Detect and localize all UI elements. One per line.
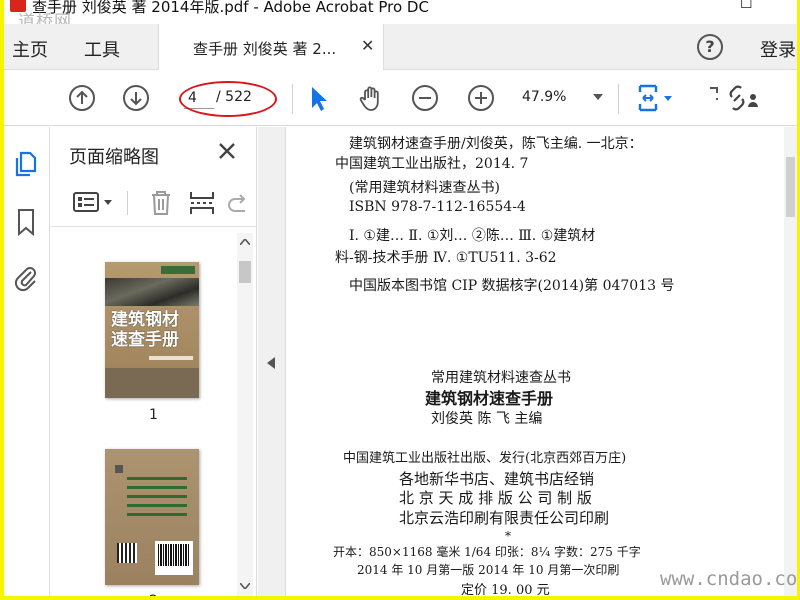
zoom-dropdown-icon[interactable] xyxy=(593,94,603,100)
zoom-out-icon[interactable] xyxy=(410,83,440,113)
window-title: 查手册 刘俊英 著 2014年版.pdf - Adobe Acrobat Pro… xyxy=(32,0,429,16)
select-cursor-icon[interactable] xyxy=(304,83,334,113)
thumbnail-page-number: 1 xyxy=(149,407,158,423)
bookmark-icon[interactable] xyxy=(12,207,40,237)
title-bar: 查手册 刘俊英 著 2014年版.pdf - Adobe Acrobat Pro… xyxy=(4,0,797,32)
document-tab-label: 查手册 刘俊英 著 2... xyxy=(193,40,337,58)
cover-footer xyxy=(105,368,199,398)
panel-toolbar-divider xyxy=(127,191,128,215)
rotate-page-icon[interactable] xyxy=(227,189,249,217)
edition-info: 2014 年 10 月第一版 2014 年 10 月第一次印刷 xyxy=(357,563,620,577)
fit-page-icon[interactable] xyxy=(636,83,680,113)
document-tab[interactable]: 查手册 刘俊英 著 2... ✕ xyxy=(158,24,384,71)
page-thumbnail-2[interactable] xyxy=(105,449,199,585)
typesetter-line: 北 京 天 成 排 版 公 司 制 版 xyxy=(399,489,592,507)
delete-page-icon[interactable] xyxy=(149,189,173,217)
help-icon[interactable]: ? xyxy=(697,34,723,60)
panel-title: 页面缩略图 xyxy=(69,147,159,168)
cip-line: Ⅰ. ①建… Ⅱ. ①刘… ②陈… Ⅲ. ①建筑材 xyxy=(349,228,596,244)
cip-line: 中国建筑工业出版社，2014. 7 xyxy=(335,156,529,172)
back-cover-mark xyxy=(115,465,123,473)
scroll-down-icon[interactable] xyxy=(240,583,250,589)
book-authors: 刘俊英 陈 飞 主编 xyxy=(431,411,543,427)
thumbnail-panel: 页面缩略图 建筑钢材 速查手册 1 xyxy=(51,127,257,596)
prev-page-icon[interactable] xyxy=(67,83,97,113)
cover-author-line xyxy=(149,356,193,360)
close-panel-icon[interactable] xyxy=(217,140,237,162)
panel-splitter[interactable] xyxy=(258,127,286,596)
barcode xyxy=(158,544,190,566)
red-annotation-ellipse xyxy=(179,81,277,117)
zoom-in-icon[interactable] xyxy=(466,83,496,113)
separator-asterisk: * xyxy=(505,529,511,543)
navigation-rail xyxy=(4,127,50,596)
panel-toolbar xyxy=(51,179,256,227)
scrollbar-thumb[interactable] xyxy=(239,261,251,283)
toolbar-divider xyxy=(618,84,619,114)
cip-record-number: 中国版本图书馆 CIP 数据核字(2014)第 047013 号 xyxy=(349,278,675,294)
cip-line: 建筑钢材速查手册/刘俊英，陈飞主编. 一北京： xyxy=(349,136,643,152)
cover-steel-bars xyxy=(105,278,199,306)
qr-code xyxy=(117,543,137,563)
page-thumbnails-icon[interactable] xyxy=(12,149,40,179)
distributor-line: 各地新华书店、建筑书店经销 xyxy=(399,470,595,488)
watermark-bottom: www.cndao.com xyxy=(660,568,797,590)
document-scrollbar[interactable] xyxy=(784,127,797,596)
page-thumbnail-1[interactable]: 建筑钢材 速查手册 xyxy=(105,262,199,398)
thumbnail-options-icon[interactable] xyxy=(73,191,117,213)
toolbar-divider xyxy=(292,84,293,114)
sign-in-link[interactable]: 登录 xyxy=(760,36,796,62)
thumbnail-page-number: 2 xyxy=(51,593,256,596)
cip-line: (常用建筑材料速查丛书) xyxy=(349,180,500,196)
cip-line: ISBN 978-7-112-16554-4 xyxy=(349,199,526,215)
cip-line: 料-钢-技术手册 Ⅳ. ①TU511. 3-62 xyxy=(335,250,557,266)
pdf-page: 建筑钢材速查手册/刘俊英，陈飞主编. 一北京： 中国建筑工业出版社，2014. … xyxy=(287,127,797,596)
document-scrollbar-thumb[interactable] xyxy=(786,157,795,217)
scroll-up-icon[interactable] xyxy=(240,239,250,245)
series-name: 常用建筑材料速查丛书 xyxy=(431,370,571,386)
cover-title: 建筑钢材 速查手册 xyxy=(111,310,179,350)
zoom-level[interactable]: 47.9% xyxy=(522,89,566,105)
back-cover-series-list xyxy=(127,477,187,517)
home-tab[interactable]: 主页 xyxy=(12,36,48,62)
more-tools-icon[interactable] xyxy=(708,83,722,113)
collapse-panel-icon[interactable] xyxy=(267,357,275,369)
publisher-line: 中国建筑工业出版社出版、发行(北京西郊百万庄) xyxy=(343,451,627,466)
book-specs: 开本：850×1168 毫米 1/64 印张：8¼ 字数：275 千字 xyxy=(333,545,641,559)
acrobat-window: 查手册 刘俊英 著 2014年版.pdf - Adobe Acrobat Pro… xyxy=(4,0,797,596)
barcode-box xyxy=(155,541,193,575)
attachment-icon[interactable] xyxy=(12,263,40,293)
extract-pages-icon[interactable] xyxy=(189,189,215,217)
book-title: 建筑钢材速查手册 xyxy=(425,389,554,408)
price: 定价 19. 00 元 xyxy=(461,583,550,596)
printer-line: 北京云浩印刷有限责任公司印刷 xyxy=(399,509,610,527)
next-page-icon[interactable] xyxy=(121,83,151,113)
cover-badge xyxy=(161,266,195,274)
close-tab-icon[interactable]: ✕ xyxy=(361,36,374,55)
tools-tab[interactable]: 工具 xyxy=(84,36,120,62)
hand-icon[interactable] xyxy=(356,83,386,113)
maximize-icon[interactable]: ☐ xyxy=(740,0,753,12)
main-toolbar: / 522 47.9% xyxy=(4,70,797,126)
link-icon[interactable] xyxy=(726,83,762,113)
menu-tab-bar: 主页 工具 查手册 刘俊英 著 2... ✕ ? 登录 xyxy=(4,24,797,71)
